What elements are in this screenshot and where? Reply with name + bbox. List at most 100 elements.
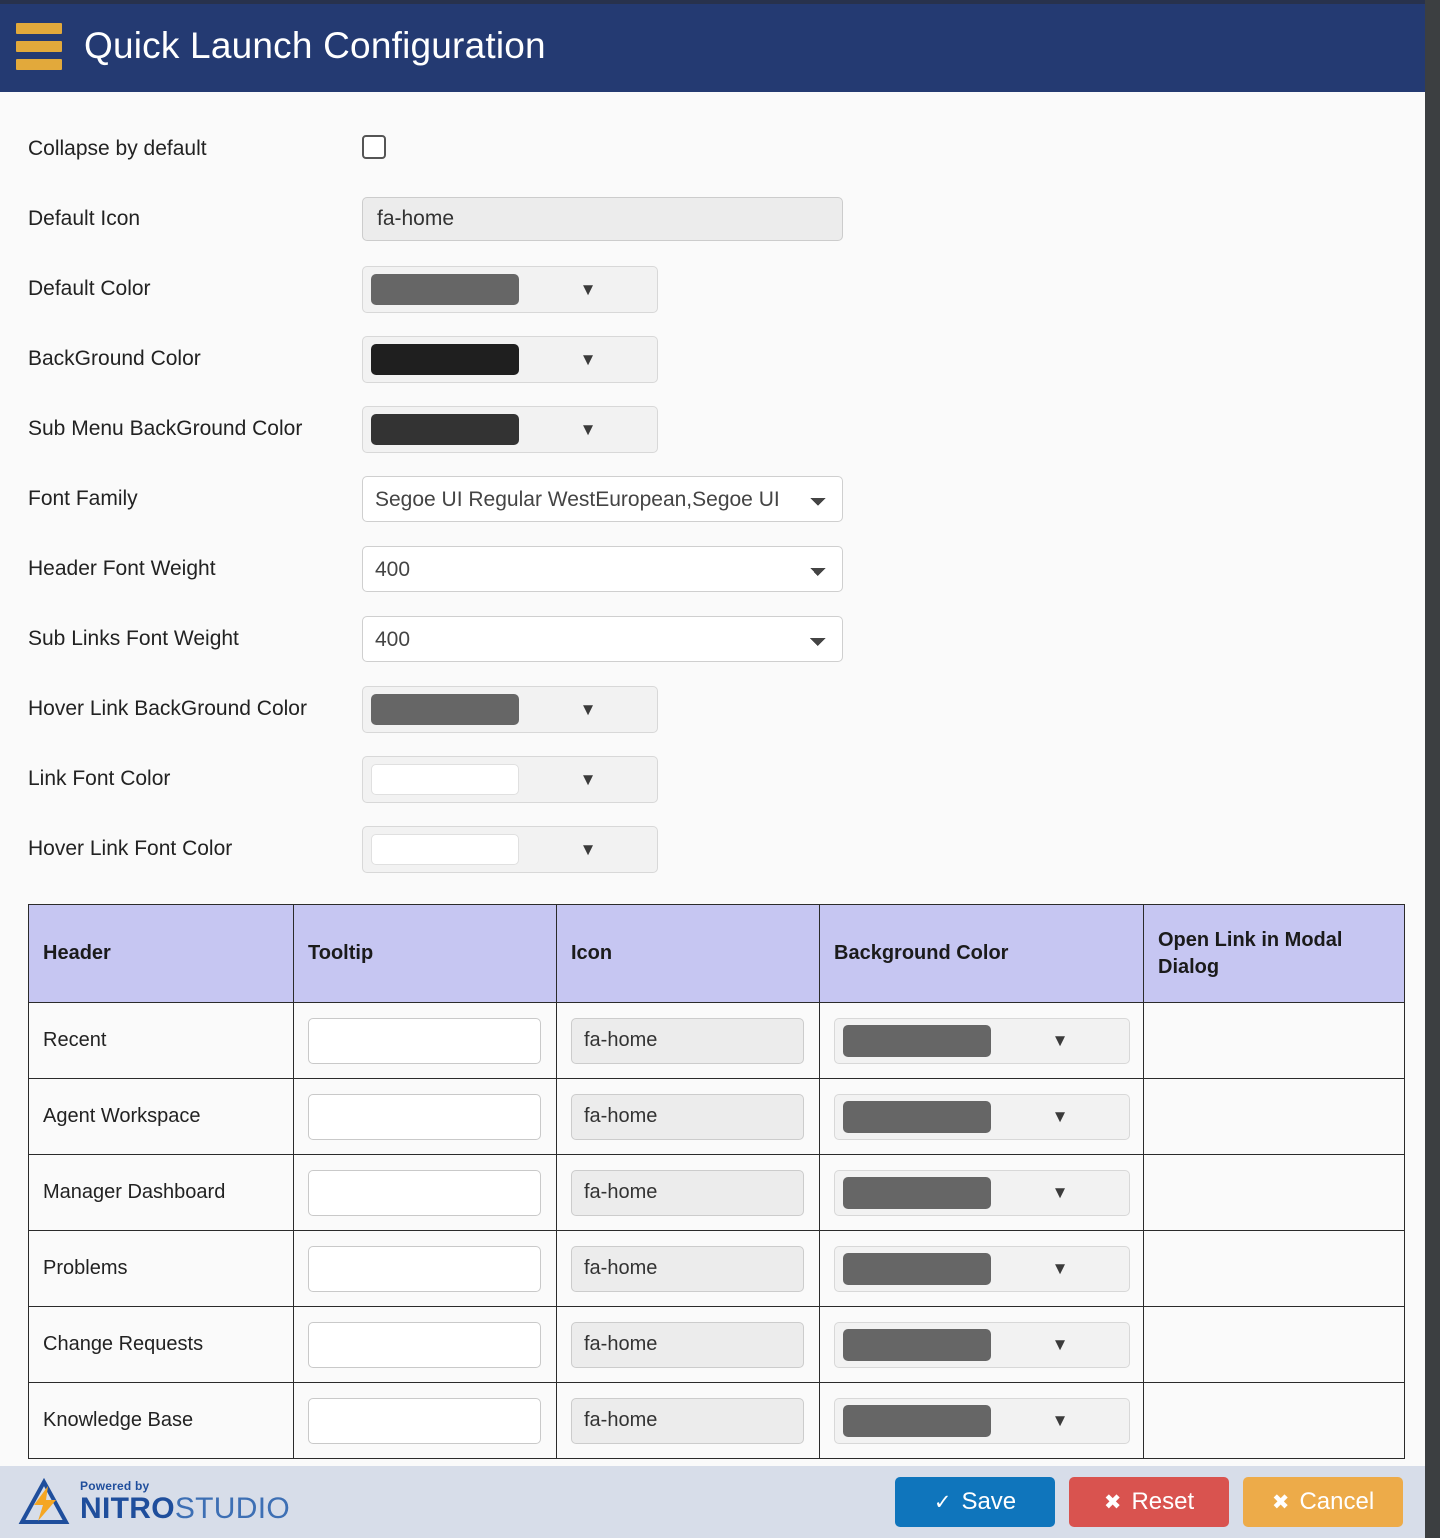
row-icon-cell bbox=[556, 1382, 820, 1459]
hover-link-font-color-picker[interactable]: ▼ bbox=[362, 825, 658, 873]
chevron-down-icon[interactable]: ▼ bbox=[991, 1108, 1129, 1125]
field-row-hover-link-font-color: Hover Link Font Color ▼ bbox=[0, 814, 1425, 884]
chevron-down-icon[interactable]: ▼ bbox=[519, 351, 657, 368]
row-background-color-cell: ▼ bbox=[819, 1002, 1144, 1079]
table-header-row: Header Tooltip Icon Background Color Ope… bbox=[28, 904, 1405, 1003]
save-button[interactable]: ✓ Save bbox=[895, 1477, 1055, 1527]
hover-link-background-color-picker[interactable]: ▼ bbox=[362, 685, 658, 733]
column-header-open-link-in-modal-dialog: Open Link in Modal Dialog bbox=[1143, 904, 1405, 1003]
icon-input[interactable] bbox=[571, 1017, 804, 1064]
row-background-color-picker[interactable]: ▼ bbox=[834, 1245, 1130, 1292]
column-header-background-color: Background Color bbox=[819, 904, 1144, 1003]
row-background-color-cell: ▼ bbox=[819, 1230, 1144, 1307]
tooltip-input[interactable] bbox=[308, 1321, 541, 1368]
chevron-down-icon[interactable]: ▼ bbox=[991, 1184, 1129, 1201]
row-background-color-swatch bbox=[843, 1328, 991, 1361]
label-header-font-weight: Header Font Weight bbox=[28, 557, 216, 580]
row-modal-cell[interactable] bbox=[1143, 1306, 1405, 1383]
tooltip-input[interactable] bbox=[308, 1093, 541, 1140]
link-font-color-picker[interactable]: ▼ bbox=[362, 755, 658, 803]
column-header-header: Header bbox=[28, 904, 294, 1003]
quick-launch-configuration-window: Quick Launch Configuration Collapse by d… bbox=[0, 0, 1425, 1538]
chevron-down-icon[interactable]: ▼ bbox=[519, 701, 657, 718]
save-button-label: Save bbox=[961, 1488, 1017, 1515]
row-background-color-picker[interactable]: ▼ bbox=[834, 1397, 1130, 1444]
cancel-button-label: Cancel bbox=[1299, 1488, 1375, 1515]
icon-input[interactable] bbox=[571, 1245, 804, 1292]
row-background-color-picker[interactable]: ▼ bbox=[834, 1321, 1130, 1368]
row-icon-cell bbox=[556, 1306, 820, 1383]
header-font-weight-select[interactable]: 400 bbox=[362, 546, 843, 592]
chevron-down-icon[interactable]: ▼ bbox=[991, 1336, 1129, 1353]
row-background-color-swatch bbox=[843, 1176, 991, 1209]
row-background-color-swatch bbox=[843, 1252, 991, 1285]
row-background-color-cell: ▼ bbox=[819, 1382, 1144, 1459]
row-modal-cell[interactable] bbox=[1143, 1154, 1405, 1231]
icon-input[interactable] bbox=[571, 1321, 804, 1368]
powered-by-text: Powered by bbox=[80, 1479, 150, 1493]
row-icon-cell bbox=[556, 1002, 820, 1079]
table-row: Agent Workspace ▼ bbox=[28, 1078, 1405, 1155]
sub-links-font-weight-select[interactable]: 400 bbox=[362, 616, 843, 662]
default-color-picker[interactable]: ▼ bbox=[362, 265, 658, 313]
tooltip-input[interactable] bbox=[308, 1397, 541, 1444]
tooltip-input[interactable] bbox=[308, 1017, 541, 1064]
chevron-down-icon[interactable]: ▼ bbox=[519, 421, 657, 438]
icon-input[interactable] bbox=[571, 1093, 804, 1140]
field-row-header-font-weight: Header Font Weight 400 bbox=[0, 534, 1425, 604]
font-family-select[interactable]: Segoe UI Regular WestEuropean,Segoe UI bbox=[362, 476, 843, 522]
chevron-down-icon[interactable]: ▼ bbox=[991, 1260, 1129, 1277]
chevron-down-icon[interactable]: ▼ bbox=[519, 841, 657, 858]
nitro-studio-logo: Powered by NITROSTUDIO bbox=[18, 1478, 290, 1526]
field-row-hover-link-background-color: Hover Link BackGround Color ▼ bbox=[0, 674, 1425, 744]
row-icon-cell bbox=[556, 1230, 820, 1307]
background-color-picker[interactable]: ▼ bbox=[362, 335, 658, 383]
cancel-button[interactable]: ✖ Cancel bbox=[1243, 1477, 1403, 1527]
icon-input[interactable] bbox=[571, 1169, 804, 1216]
row-background-color-picker[interactable]: ▼ bbox=[834, 1093, 1130, 1140]
quick-launch-links-table: Header Tooltip Icon Background Color Ope… bbox=[28, 904, 1405, 1459]
row-background-color-picker[interactable]: ▼ bbox=[834, 1169, 1130, 1216]
chevron-down-icon[interactable]: ▼ bbox=[991, 1032, 1129, 1049]
row-background-color-swatch bbox=[843, 1100, 991, 1133]
row-background-color-picker[interactable]: ▼ bbox=[834, 1017, 1130, 1064]
label-hover-link-font-color: Hover Link Font Color bbox=[28, 837, 233, 860]
table-row: Manager Dashboard ▼ bbox=[28, 1154, 1405, 1231]
label-sub-links-font-weight: Sub Links Font Weight bbox=[28, 627, 239, 650]
collapse-by-default-checkbox[interactable] bbox=[362, 134, 386, 159]
tooltip-input[interactable] bbox=[308, 1245, 541, 1292]
column-header-tooltip: Tooltip bbox=[293, 904, 557, 1003]
chevron-down-icon[interactable]: ▼ bbox=[519, 771, 657, 788]
row-modal-cell[interactable] bbox=[1143, 1078, 1405, 1155]
check-icon: ✓ bbox=[933, 1490, 952, 1514]
page-title: Quick Launch Configuration bbox=[84, 25, 546, 66]
table-body: Recent ▼ Agent bbox=[28, 1002, 1405, 1459]
row-header-label: Problems bbox=[28, 1230, 294, 1307]
row-tooltip-cell bbox=[293, 1306, 557, 1383]
row-header-label: Change Requests bbox=[28, 1306, 294, 1383]
table-row: Problems ▼ bbox=[28, 1230, 1405, 1307]
row-background-color-swatch bbox=[843, 1024, 991, 1057]
tooltip-input[interactable] bbox=[308, 1169, 541, 1216]
sub-menu-background-color-swatch bbox=[371, 413, 519, 445]
icon-input[interactable] bbox=[571, 1397, 804, 1444]
row-background-color-cell: ▼ bbox=[819, 1306, 1144, 1383]
table-row: Recent ▼ bbox=[28, 1002, 1405, 1079]
chevron-down-icon[interactable]: ▼ bbox=[991, 1412, 1129, 1429]
row-modal-cell[interactable] bbox=[1143, 1230, 1405, 1307]
row-modal-cell[interactable] bbox=[1143, 1002, 1405, 1079]
default-icon-input[interactable] bbox=[362, 197, 843, 241]
footer-bar: Powered by NITROSTUDIO ✓ Save ✖ Reset ✖ … bbox=[0, 1466, 1425, 1538]
close-icon: ✖ bbox=[1271, 1490, 1290, 1514]
reset-button[interactable]: ✖ Reset bbox=[1069, 1477, 1229, 1527]
hamburger-icon[interactable] bbox=[16, 22, 62, 70]
row-modal-cell[interactable] bbox=[1143, 1382, 1405, 1459]
row-background-color-cell: ▼ bbox=[819, 1078, 1144, 1155]
sub-menu-background-color-picker[interactable]: ▼ bbox=[362, 405, 658, 453]
title-bar: Quick Launch Configuration bbox=[0, 0, 1425, 92]
chevron-down-icon[interactable]: ▼ bbox=[519, 281, 657, 298]
row-tooltip-cell bbox=[293, 1154, 557, 1231]
label-background-color: BackGround Color bbox=[28, 347, 201, 370]
configuration-form: Collapse by default Default Icon Default… bbox=[0, 92, 1425, 884]
field-row-default-icon: Default Icon bbox=[0, 184, 1425, 254]
